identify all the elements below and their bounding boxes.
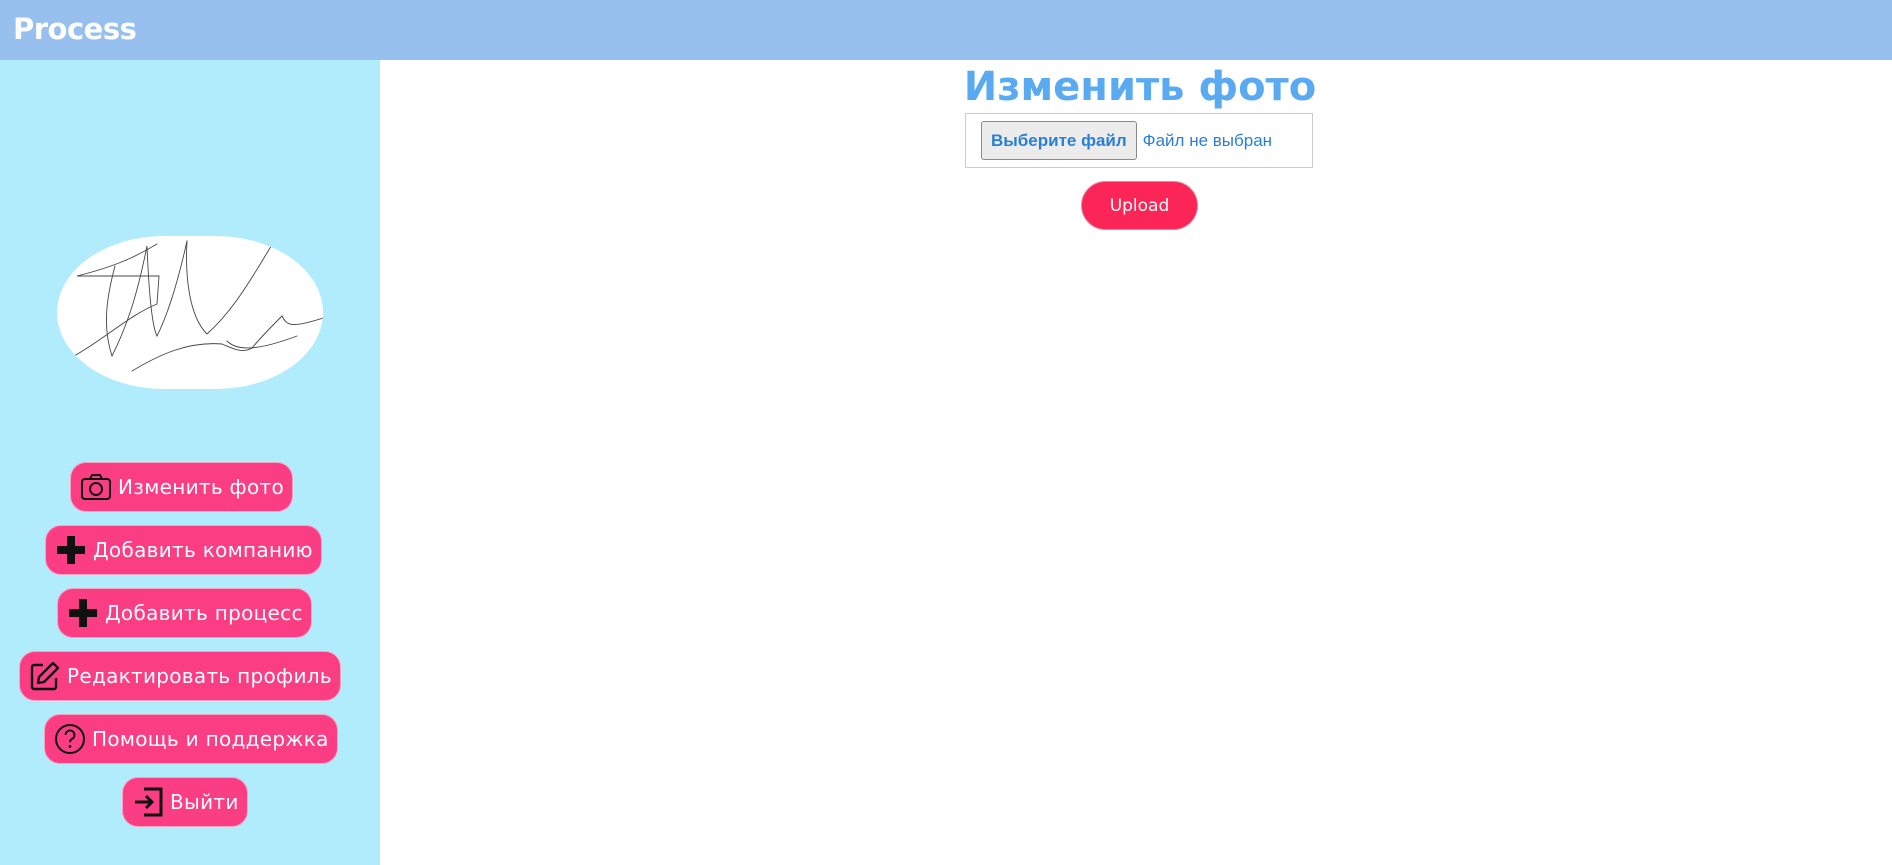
plus-icon bbox=[54, 533, 88, 567]
logout-button[interactable]: Выйти bbox=[122, 777, 248, 827]
add-company-label: Добавить компанию bbox=[93, 538, 313, 562]
add-process-label: Добавить процесс bbox=[105, 601, 303, 625]
camera-icon bbox=[79, 470, 113, 504]
edit-profile-label: Редактировать профиль bbox=[67, 664, 332, 688]
sidebar: Изменить фото Добавить компанию Добавить… bbox=[0, 60, 380, 865]
file-status-text: Файл не выбран bbox=[1142, 130, 1273, 150]
edit-icon bbox=[28, 659, 62, 693]
change-photo-label: Изменить фото bbox=[118, 475, 284, 499]
question-circle-icon bbox=[53, 722, 87, 756]
help-support-label: Помощь и поддержка bbox=[92, 727, 329, 751]
app-brand[interactable]: Process bbox=[13, 12, 137, 46]
logout-label: Выйти bbox=[170, 790, 239, 814]
avatar-signature-image bbox=[58, 236, 323, 372]
add-company-button[interactable]: Добавить компанию bbox=[45, 525, 322, 575]
profile-avatar bbox=[57, 236, 323, 389]
page-title: Изменить фото bbox=[963, 64, 1317, 110]
file-input-field[interactable]: Выберите файл Файл не выбран bbox=[965, 113, 1313, 168]
change-photo-button[interactable]: Изменить фото bbox=[70, 462, 293, 512]
top-bar: Process bbox=[0, 0, 1892, 60]
choose-file-button[interactable]: Выберите файл bbox=[981, 121, 1137, 160]
plus-icon bbox=[66, 596, 100, 630]
help-support-button[interactable]: Помощь и поддержка bbox=[44, 714, 338, 764]
logout-icon bbox=[131, 785, 165, 819]
edit-profile-button[interactable]: Редактировать профиль bbox=[19, 651, 341, 701]
upload-button[interactable]: Upload bbox=[1081, 181, 1198, 230]
add-process-button[interactable]: Добавить процесс bbox=[57, 588, 312, 638]
